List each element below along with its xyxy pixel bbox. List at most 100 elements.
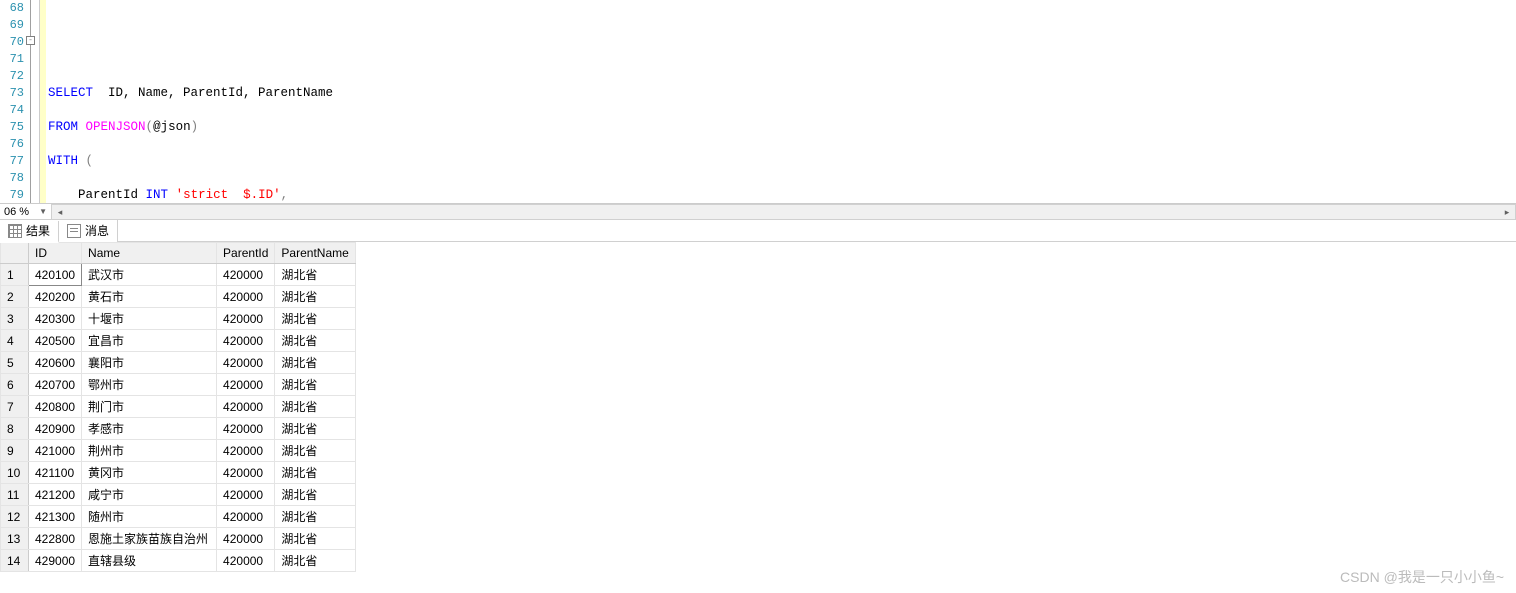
cell[interactable]: 宜昌市 — [82, 330, 217, 352]
column-header-id[interactable]: ID — [29, 243, 82, 264]
cell[interactable]: 湖北省 — [275, 330, 355, 352]
cell[interactable]: 直辖县级 — [82, 550, 217, 572]
row-number[interactable]: 6 — [1, 374, 29, 396]
cell[interactable]: 421200 — [29, 484, 82, 506]
cell[interactable]: 湖北省 — [275, 528, 355, 550]
table-row[interactable]: 8420900孝感市420000湖北省 — [1, 418, 356, 440]
cell[interactable]: 湖北省 — [275, 264, 355, 286]
table-row[interactable]: 13422800恩施土家族苗族自治州420000湖北省 — [1, 528, 356, 550]
scroll-right-icon[interactable]: ▸ — [1499, 205, 1515, 219]
cell[interactable]: 鄂州市 — [82, 374, 217, 396]
cell[interactable]: 湖北省 — [275, 308, 355, 330]
column-header-parentid[interactable]: ParentId — [217, 243, 275, 264]
cell[interactable]: 420000 — [217, 440, 275, 462]
splitter-bar[interactable]: 06 % ▼ ◂ ▸ — [0, 204, 1516, 220]
code-editor[interactable]: 68 69 70 71 72 73 74 75 76 77 78 79 - SE… — [0, 0, 1516, 204]
cell[interactable]: 420000 — [217, 550, 275, 572]
cell[interactable]: 420000 — [217, 506, 275, 528]
cell[interactable]: 湖北省 — [275, 286, 355, 308]
cell[interactable]: 420700 — [29, 374, 82, 396]
cell[interactable]: 湖北省 — [275, 396, 355, 418]
table-row[interactable]: 2420200黄石市420000湖北省 — [1, 286, 356, 308]
fold-toggle-icon[interactable]: - — [26, 36, 35, 45]
cell[interactable]: 咸宁市 — [82, 484, 217, 506]
cell[interactable]: 420300 — [29, 308, 82, 330]
cell[interactable]: 420000 — [217, 528, 275, 550]
results-grid[interactable]: ID Name ParentId ParentName 1420100武汉市42… — [0, 242, 1516, 572]
table-row[interactable]: 7420800荆门市420000湖北省 — [1, 396, 356, 418]
cell[interactable]: 湖北省 — [275, 352, 355, 374]
table-row[interactable]: 5420600襄阳市420000湖北省 — [1, 352, 356, 374]
cell[interactable]: 420000 — [217, 396, 275, 418]
cell[interactable]: 420800 — [29, 396, 82, 418]
cell[interactable]: 420600 — [29, 352, 82, 374]
cell[interactable]: 湖北省 — [275, 418, 355, 440]
table-row[interactable]: 10421100黄冈市420000湖北省 — [1, 462, 356, 484]
row-number[interactable]: 13 — [1, 528, 29, 550]
cell[interactable]: 十堰市 — [82, 308, 217, 330]
cell[interactable]: 421100 — [29, 462, 82, 484]
tab-results[interactable]: 结果 — [0, 221, 59, 243]
zoom-level[interactable]: 06 % — [0, 205, 33, 219]
cell[interactable]: 429000 — [29, 550, 82, 572]
cell[interactable]: 武汉市 — [82, 264, 217, 286]
cell[interactable]: 420200 — [29, 286, 82, 308]
row-number[interactable]: 11 — [1, 484, 29, 506]
column-header-parentname[interactable]: ParentName — [275, 243, 355, 264]
cell[interactable]: 420100 — [29, 264, 82, 286]
outline-column[interactable]: - — [28, 0, 40, 203]
cell[interactable]: 420000 — [217, 374, 275, 396]
row-number[interactable]: 10 — [1, 462, 29, 484]
horizontal-scrollbar[interactable]: ◂ ▸ — [51, 204, 1516, 220]
row-number[interactable]: 5 — [1, 352, 29, 374]
table-row[interactable]: 3420300十堰市420000湖北省 — [1, 308, 356, 330]
cell[interactable]: 襄阳市 — [82, 352, 217, 374]
code-content[interactable]: SELECT ID, Name, ParentId, ParentName FR… — [46, 0, 1516, 203]
cell[interactable]: 420000 — [217, 330, 275, 352]
row-number[interactable]: 9 — [1, 440, 29, 462]
cell[interactable]: 420000 — [217, 264, 275, 286]
cell[interactable]: 420000 — [217, 462, 275, 484]
cell[interactable]: 420000 — [217, 484, 275, 506]
cell[interactable]: 黄石市 — [82, 286, 217, 308]
cell[interactable]: 湖北省 — [275, 484, 355, 506]
table-row[interactable]: 1420100武汉市420000湖北省 — [1, 264, 356, 286]
cell[interactable]: 422800 — [29, 528, 82, 550]
zoom-dropdown-icon[interactable]: ▼ — [35, 207, 51, 216]
column-header-name[interactable]: Name — [82, 243, 217, 264]
scroll-left-icon[interactable]: ◂ — [52, 205, 68, 219]
cell[interactable]: 湖北省 — [275, 550, 355, 572]
cell[interactable]: 421000 — [29, 440, 82, 462]
cell[interactable]: 荆门市 — [82, 396, 217, 418]
cell[interactable]: 随州市 — [82, 506, 217, 528]
cell[interactable]: 孝感市 — [82, 418, 217, 440]
table-row[interactable]: 12421300随州市420000湖北省 — [1, 506, 356, 528]
row-number[interactable]: 2 — [1, 286, 29, 308]
cell[interactable]: 荆州市 — [82, 440, 217, 462]
cell[interactable]: 420000 — [217, 352, 275, 374]
row-number[interactable]: 1 — [1, 264, 29, 286]
row-number[interactable]: 3 — [1, 308, 29, 330]
row-number[interactable]: 14 — [1, 550, 29, 572]
cell[interactable]: 湖北省 — [275, 374, 355, 396]
cell[interactable]: 420000 — [217, 286, 275, 308]
row-number[interactable]: 12 — [1, 506, 29, 528]
cell[interactable]: 421300 — [29, 506, 82, 528]
cell[interactable]: 湖北省 — [275, 462, 355, 484]
table-row[interactable]: 14429000直辖县级420000湖北省 — [1, 550, 356, 572]
cell[interactable]: 420500 — [29, 330, 82, 352]
cell[interactable]: 恩施土家族苗族自治州 — [82, 528, 217, 550]
tab-messages[interactable]: 消息 — [59, 220, 118, 242]
table-row[interactable]: 9421000荆州市420000湖北省 — [1, 440, 356, 462]
table-row[interactable]: 11421200咸宁市420000湖北省 — [1, 484, 356, 506]
cell[interactable]: 420900 — [29, 418, 82, 440]
table-row[interactable]: 4420500宜昌市420000湖北省 — [1, 330, 356, 352]
cell[interactable]: 420000 — [217, 418, 275, 440]
table-row[interactable]: 6420700鄂州市420000湖北省 — [1, 374, 356, 396]
row-number[interactable]: 7 — [1, 396, 29, 418]
row-number[interactable]: 8 — [1, 418, 29, 440]
cell[interactable]: 黄冈市 — [82, 462, 217, 484]
cell[interactable]: 湖北省 — [275, 506, 355, 528]
cell[interactable]: 湖北省 — [275, 440, 355, 462]
cell[interactable]: 420000 — [217, 308, 275, 330]
